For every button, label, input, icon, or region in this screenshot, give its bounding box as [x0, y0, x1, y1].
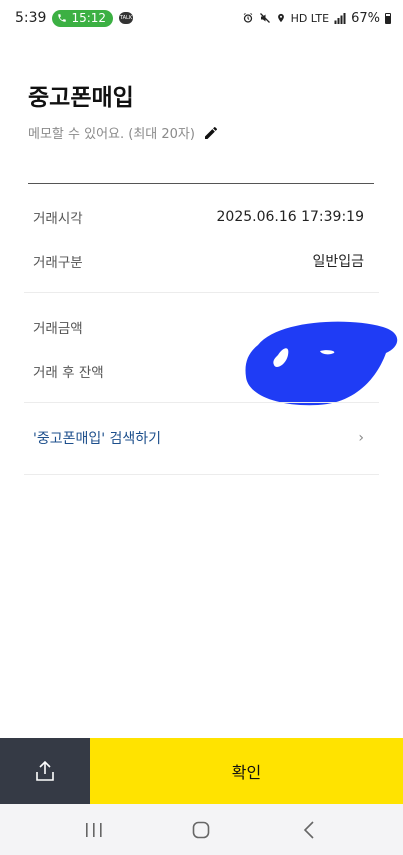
- status-bar-left: 5:39 15:12 TALK: [15, 9, 134, 27]
- battery-icon: [385, 12, 391, 24]
- type-value: 일반입금: [312, 254, 364, 270]
- balance-label: 거래 후 잔액: [33, 365, 104, 381]
- section-divider: [24, 474, 379, 475]
- back-button[interactable]: [289, 810, 329, 850]
- share-button[interactable]: [0, 738, 90, 804]
- action-bar: 확인: [0, 738, 403, 804]
- system-nav-bar: [0, 804, 403, 855]
- pencil-icon[interactable]: [203, 125, 219, 141]
- chevron-right-icon: ›: [358, 430, 364, 446]
- alarm-icon: [243, 13, 252, 23]
- recent-apps-button[interactable]: [74, 810, 114, 850]
- ongoing-call-pill[interactable]: 15:12: [52, 9, 114, 27]
- type-label: 거래구분: [33, 255, 83, 271]
- memo-edit-row[interactable]: 메모할 수 있어요. (최대 20자): [28, 123, 219, 142]
- page-title: 중고폰매입: [28, 85, 134, 111]
- location-icon: [277, 13, 284, 23]
- datetime-value: 2025.06.16 17:39:19: [216, 209, 365, 225]
- status-bar-right: HD LTE 67%: [242, 11, 391, 26]
- type-row: 거래구분 일반입금: [33, 251, 364, 271]
- datetime-row: 거래시각 2025.06.16 17:39:19: [33, 207, 364, 227]
- section-divider: [24, 402, 379, 403]
- phone-icon: [58, 14, 67, 22]
- memo-placeholder: 메모할 수 있어요. (최대 20자): [28, 127, 195, 142]
- back-icon: [304, 820, 314, 839]
- redaction-scribble: [245, 321, 398, 406]
- call-duration: 15:12: [71, 11, 107, 25]
- recent-apps-icon: [85, 822, 102, 837]
- search-merchant-link[interactable]: '중고폰매입' 검색하기 ›: [33, 428, 364, 448]
- battery-percent: 67%: [351, 10, 380, 26]
- home-icon: [193, 821, 210, 838]
- screen: 5:39 15:12 TALK HD LTE 67% 중고폰매입 메모할 수 있…: [0, 0, 403, 855]
- signal-icon: [334, 12, 346, 24]
- share-icon: [36, 760, 54, 781]
- status-bar: 5:39 15:12 TALK HD LTE 67%: [0, 0, 403, 36]
- network-type-icon: HD LTE: [290, 11, 330, 25]
- section-divider: [24, 292, 379, 293]
- search-link-label: '중고폰매입' 검색하기: [33, 431, 162, 447]
- status-time: 5:39: [15, 10, 47, 26]
- talk-notification-icon: TALK: [119, 12, 134, 24]
- header-divider: [28, 183, 374, 184]
- mute-icon: [259, 13, 270, 23]
- home-button[interactable]: [181, 810, 221, 850]
- confirm-button[interactable]: 확인: [90, 738, 403, 804]
- amount-label: 거래금액: [33, 321, 83, 337]
- datetime-label: 거래시각: [33, 211, 83, 227]
